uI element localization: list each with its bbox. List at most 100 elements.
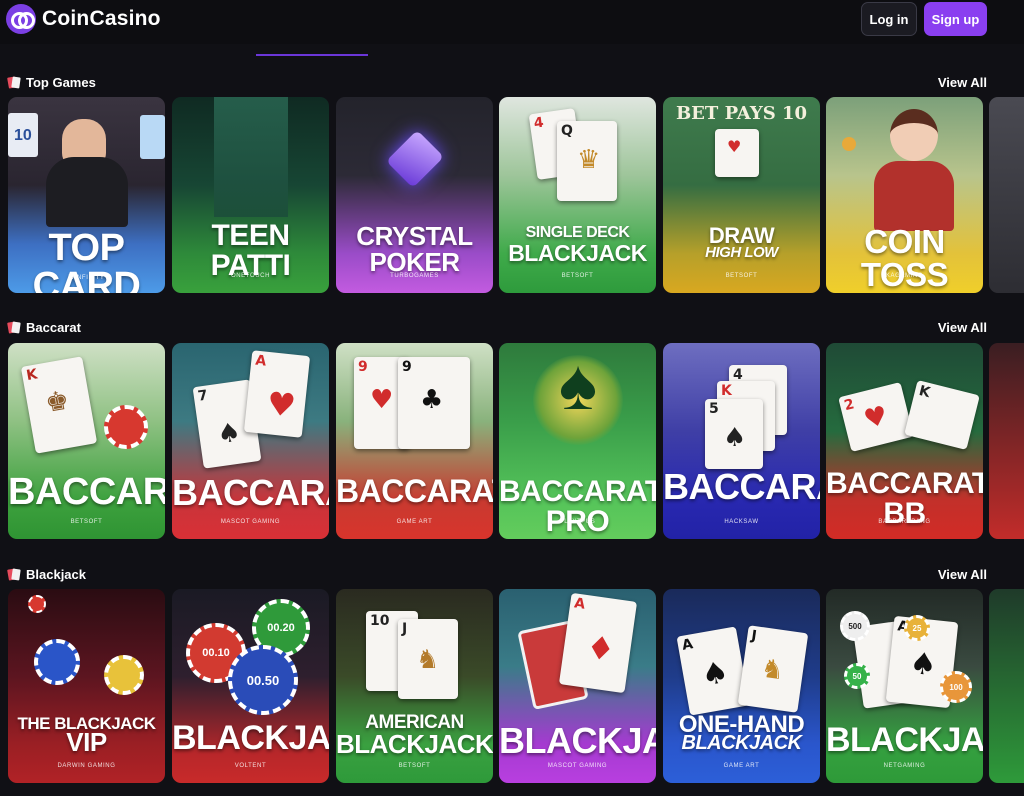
game-provider: VOLTENT bbox=[234, 763, 267, 769]
spade-icon: ♠ bbox=[907, 645, 939, 684]
top-navigation-bar: CoinCasino Log in Sign up bbox=[0, 0, 1024, 44]
section-title-top-games: Top Games bbox=[8, 75, 96, 90]
game-card-partial[interactable] bbox=[989, 97, 1024, 293]
game-card-baccarat-hacksaw[interactable]: 4 K 5 ♠ BACCARAT HACKSAW bbox=[663, 343, 820, 539]
game-provider: ONETOUCH bbox=[230, 273, 271, 279]
poker-chip-25: 25 bbox=[904, 615, 930, 641]
view-all-top-games-link[interactable]: View All bbox=[938, 75, 987, 90]
chip-value: 25 bbox=[912, 623, 922, 633]
game-title-line1: SINGLE DECK bbox=[525, 224, 630, 241]
coin-icon bbox=[842, 137, 856, 151]
game-title-line2: VIP bbox=[66, 727, 107, 757]
chip-value: 50 bbox=[852, 671, 862, 681]
jersey-image: 10 bbox=[8, 113, 38, 157]
game-card-coin-toss[interactable]: COIN TOSS KAGAMING bbox=[826, 97, 983, 293]
poker-chip-icon bbox=[28, 595, 46, 613]
game-provider: BETSOFT bbox=[70, 519, 103, 525]
brand-name: CoinCasino bbox=[42, 7, 161, 30]
game-card-baccarat-gameart[interactable]: 9 ♥ 9 ♣ BACCARAT GAME ART bbox=[336, 343, 493, 539]
view-all-blackjack-link[interactable]: View All bbox=[938, 567, 987, 582]
chip-value: 00.20 bbox=[267, 622, 295, 634]
playing-card: ♥ bbox=[715, 129, 759, 177]
signup-button[interactable]: Sign up bbox=[924, 2, 987, 36]
chip-value: 500 bbox=[848, 621, 862, 631]
game-title: TOP CARD bbox=[32, 227, 141, 293]
coincasino-logo-icon bbox=[6, 4, 36, 34]
card-rank: 9 bbox=[402, 359, 412, 375]
card-rank: 10 bbox=[370, 613, 390, 629]
card-rank: Q bbox=[561, 123, 573, 139]
view-all-baccarat-link[interactable]: View All bbox=[938, 320, 987, 335]
game-card-single-deck-blackjack[interactable]: 4 Q ♛ SINGLE DECK BLACKJACK BETSOFT bbox=[499, 97, 656, 293]
chip-value: 00.10 bbox=[202, 647, 230, 659]
heart-icon: ♥ bbox=[265, 384, 298, 425]
card-rank: K bbox=[917, 382, 932, 402]
playing-card: J ♞ bbox=[398, 619, 458, 699]
character-head bbox=[890, 109, 938, 161]
playing-card: A ♦ bbox=[558, 592, 638, 694]
playing-card: 9 ♣ bbox=[398, 357, 470, 449]
spade-emblem-icon: ♠ bbox=[558, 345, 598, 425]
game-provider: TURBOGAMES bbox=[390, 273, 439, 279]
game-title: BACCARAT PRO bbox=[499, 475, 656, 538]
game-card-baccarat-bb[interactable]: 2 ♥ K BACCARAT BB BARBARABANG bbox=[826, 343, 983, 539]
login-button[interactable]: Log in bbox=[861, 2, 917, 36]
game-provider: BETSOFT bbox=[398, 763, 431, 769]
game-card-blackjack-mascot[interactable]: A ♦ BLACKJACK MASCOT GAMING bbox=[499, 589, 656, 783]
game-card-crystal-poker[interactable]: CRYSTAL POKER TURBOGAMES bbox=[336, 97, 493, 293]
game-provider: MASCOT GAMING bbox=[220, 519, 281, 525]
heart-icon: ♥ bbox=[727, 137, 742, 156]
card-rank: 4 bbox=[532, 114, 545, 132]
game-title: BACCARAT bbox=[8, 471, 165, 513]
game-provider: KAGAMING bbox=[885, 273, 924, 279]
game-card-blackjack-voltent[interactable]: 00.10 00.20 00.50 BLACKJACK VOLTENT bbox=[172, 589, 329, 783]
section-header-top-games: Top Games View All bbox=[8, 72, 987, 92]
game-card-draw-high-low[interactable]: BET PAYS 10 ♥ DRAW HIGH LOW BETSOFT bbox=[663, 97, 820, 293]
spade-icon: ♠ bbox=[215, 417, 243, 451]
card-rank: K bbox=[721, 383, 732, 399]
game-card-american-blackjack[interactable]: 10 J ♞ AMERICAN BLACKJACK BETSOFT bbox=[336, 589, 493, 783]
game-title: COIN TOSS bbox=[860, 223, 949, 293]
game-card-teen-patti[interactable]: TEEN PATTI ONETOUCH bbox=[172, 97, 329, 293]
game-card-top-card[interactable]: 10 TOP CARD WINFINITY bbox=[8, 97, 165, 293]
game-card-baccarat-pro[interactable]: ♠ BACCARAT PRO PLAYTPUS bbox=[499, 343, 656, 539]
game-provider: DARWIN GAMING bbox=[57, 763, 116, 769]
section-header-baccarat: Baccarat View All bbox=[8, 317, 987, 337]
game-title: BACCARAT bbox=[336, 473, 493, 509]
game-provider: MASCOT GAMING bbox=[547, 763, 608, 769]
game-title-line2: BLACKJACK bbox=[681, 732, 802, 754]
jersey-number: 10 bbox=[14, 127, 32, 144]
section-header-blackjack: Blackjack View All bbox=[8, 564, 987, 584]
game-card-partial[interactable] bbox=[989, 343, 1024, 539]
card-rank: A bbox=[573, 595, 587, 613]
brand-logo[interactable]: CoinCasino bbox=[6, 4, 161, 34]
card-rank: A bbox=[680, 636, 695, 654]
game-provider: GAME ART bbox=[396, 519, 433, 525]
game-card-blackjack-netgaming[interactable]: A ♠ 500 25 50 100 BLACKJACK NETGAMING bbox=[826, 589, 983, 783]
card-rank: A bbox=[254, 352, 267, 370]
playing-cards-icon bbox=[8, 321, 20, 334]
game-provider: BETSOFT bbox=[561, 273, 594, 279]
playing-card: 2 ♥ bbox=[838, 382, 914, 452]
game-card-baccarat-betsoft[interactable]: K ♚ BACCARAT BETSOFT bbox=[8, 343, 165, 539]
game-title: TEEN PATTI bbox=[210, 219, 291, 282]
jack-face-icon: ♞ bbox=[416, 645, 440, 675]
spade-icon: ♠ bbox=[698, 654, 732, 694]
club-icon: ♣ bbox=[420, 385, 444, 415]
chip-value: 100 bbox=[949, 682, 963, 692]
game-card-the-blackjack-vip[interactable]: THE BLACKJACK VIP DARWIN GAMING bbox=[8, 589, 165, 783]
section-title-baccarat: Baccarat bbox=[8, 320, 81, 335]
game-card-one-hand-blackjack[interactable]: A ♠ J ♞ ONE-HAND BLACKJACK GAME ART bbox=[663, 589, 820, 783]
game-provider: HACKSAW bbox=[724, 519, 759, 525]
section-title-blackjack: Blackjack bbox=[8, 567, 86, 582]
poker-chip-500: 500 bbox=[840, 611, 870, 641]
card-rank: 7 bbox=[196, 387, 209, 405]
poker-chip-50: 50 bbox=[844, 663, 870, 689]
poker-chip-50: 00.50 bbox=[228, 645, 298, 715]
chip-value: 00.50 bbox=[246, 672, 280, 688]
playing-card: K ♚ bbox=[20, 356, 98, 454]
game-card-baccarat-mascot[interactable]: 7 ♠ A ♥ BACCARAT MASCOT GAMING bbox=[172, 343, 329, 539]
game-title: BLACKJACK bbox=[499, 720, 656, 761]
poker-chip-100: 100 bbox=[940, 671, 972, 703]
game-card-partial[interactable] bbox=[989, 589, 1024, 783]
